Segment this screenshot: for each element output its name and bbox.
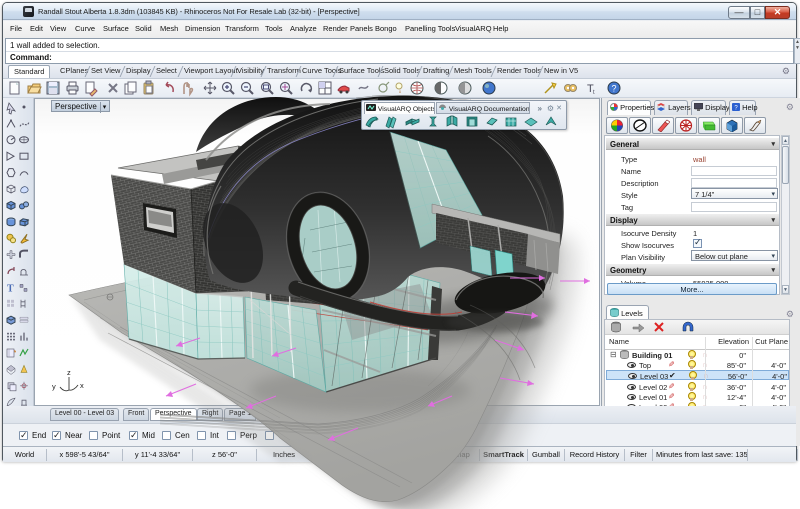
svg-text:T: T	[7, 283, 14, 294]
svg-text:?: ?	[611, 84, 616, 94]
svg-text:t: t	[593, 90, 595, 96]
